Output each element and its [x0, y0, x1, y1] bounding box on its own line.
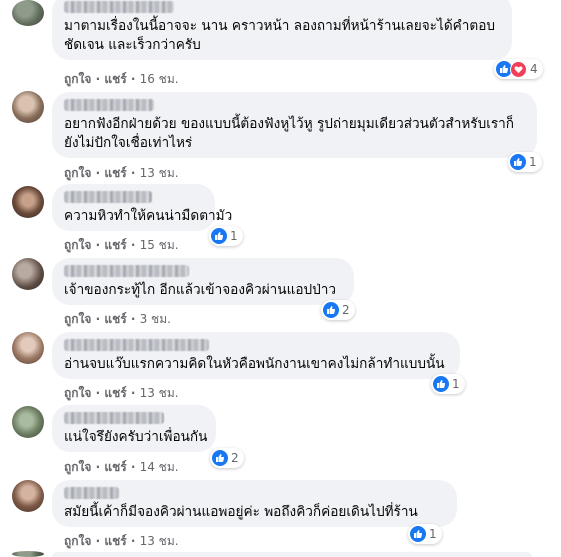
- reaction-count: 1: [452, 377, 460, 391]
- comment-bubble: มาตามเรื่องในนี้อาจจะ นาน คราวหน้า ลองถา…: [52, 0, 512, 60]
- avatar[interactable]: [12, 186, 44, 218]
- comment-actions: ถูกใจ · แชร์ · 14 ชม.: [64, 460, 179, 474]
- share-link[interactable]: แชร์: [104, 312, 126, 326]
- comment-bubble: สมัยนี้เค้าก็มีจองคิวผ่านแอพอยู่ค่ะ พอถึ…: [52, 480, 457, 527]
- timestamp[interactable]: 13 ชม.: [140, 534, 179, 548]
- timestamp[interactable]: 13 ชม.: [140, 386, 179, 400]
- love-reaction-icon: [510, 60, 527, 78]
- like-link[interactable]: ถูกใจ: [64, 166, 91, 180]
- comment-bubble: อ่านจบแว๊บแรกความคิดในหัวคือพนักงานเขาคง…: [52, 332, 460, 379]
- comment-text-line: ยังไม่ปักใจเชื่อเท่าไหร่: [64, 135, 193, 151]
- comment-text-line: สมัยนี้เค้าก็มีจองคิวผ่านแอพอยู่ค่ะ พอถึ…: [64, 504, 418, 520]
- avatar[interactable]: [12, 91, 44, 123]
- reaction-summary[interactable]: 2: [210, 448, 244, 468]
- reaction-summary[interactable]: 1: [431, 374, 465, 394]
- like-reaction-icon: [323, 302, 339, 318]
- like-reaction-icon: [212, 450, 228, 466]
- comment-actions: ถูกใจ · แชร์ · 3 ชม.: [64, 312, 171, 326]
- share-link[interactable]: แชร์: [104, 386, 126, 400]
- avatar[interactable]: [12, 551, 44, 557]
- timestamp[interactable]: 15 ชม.: [140, 238, 179, 252]
- like-link[interactable]: ถูกใจ: [64, 238, 91, 252]
- commenter-name[interactable]: [64, 99, 154, 111]
- comment-text-line: ชัดเจน และเร็วกว่าครับ: [64, 37, 201, 53]
- like-link[interactable]: ถูกใจ: [64, 72, 91, 86]
- commenter-name[interactable]: [64, 265, 189, 277]
- comment-actions: ถูกใจ · แชร์ · 15 ชม.: [64, 238, 179, 252]
- reaction-count: 2: [231, 451, 239, 465]
- comment-bubble: ความหิวทำให้คนน่ามืดตามัว: [52, 184, 233, 231]
- timestamp[interactable]: 13 ชม.: [140, 166, 179, 180]
- avatar[interactable]: [12, 406, 44, 438]
- comment-actions: ถูกใจ · แชร์ · 16 ชม.: [64, 72, 179, 86]
- like-link[interactable]: ถูกใจ: [64, 534, 91, 548]
- like-link[interactable]: ถูกใจ: [64, 312, 91, 326]
- share-link[interactable]: แชร์: [104, 460, 126, 474]
- reaction-count: 4: [530, 62, 538, 76]
- reaction-summary[interactable]: 1: [408, 524, 442, 544]
- like-link[interactable]: ถูกใจ: [64, 386, 91, 400]
- comment-text-line: อยากฟังอีกฝ่ายด้วย ของแบบนี้ต้องฟังหูไว้…: [64, 116, 515, 132]
- avatar[interactable]: [12, 258, 44, 290]
- comment-text-line: ความหิวทำให้คนน่ามืดตามัว: [64, 208, 233, 224]
- like-reaction-icon: [433, 376, 449, 392]
- like-reaction-icon: [410, 526, 426, 542]
- comment-actions: ถูกใจ · แชร์ · 13 ชม.: [64, 166, 179, 180]
- comment-text-line: มาตามเรื่องในนี้อาจจะ นาน คราวหน้า ลองถา…: [64, 18, 495, 34]
- like-reaction-icon: [510, 154, 526, 170]
- comment-bubble: แน่ใจรึยังครับว่าเพื่อนกัน: [52, 405, 216, 452]
- like-reaction-icon: [211, 228, 227, 244]
- share-link[interactable]: แชร์: [104, 238, 126, 252]
- comment-text-line: แน่ใจรึยังครับว่าเพื่อนกัน: [64, 429, 208, 445]
- timestamp[interactable]: 3 ชม.: [140, 312, 171, 326]
- reaction-count: 1: [230, 229, 238, 243]
- reaction-count: 1: [429, 527, 437, 541]
- share-link[interactable]: แชร์: [104, 166, 126, 180]
- reaction-count: 2: [342, 303, 350, 317]
- avatar[interactable]: [12, 332, 44, 364]
- comment-text-line: อ่านจบแว๊บแรกความคิดในหัวคือพนักงานเขาคง…: [64, 356, 445, 372]
- comment-actions: ถูกใจ · แชร์ · 13 ชม.: [64, 534, 179, 548]
- reaction-count: 1: [529, 155, 537, 169]
- commenter-name[interactable]: [64, 487, 119, 499]
- comment-text-line: เจ้าของกระทู้ไก อีกแล้วเข้าจองคิวผ่านแอป…: [64, 282, 337, 298]
- share-link[interactable]: แชร์: [104, 72, 126, 86]
- reaction-summary[interactable]: 4: [494, 59, 543, 79]
- share-link[interactable]: แชร์: [104, 534, 126, 548]
- comment-actions: ถูกใจ · แชร์ · 13 ชม.: [64, 386, 179, 400]
- reaction-summary[interactable]: 1: [508, 152, 542, 172]
- like-link[interactable]: ถูกใจ: [64, 460, 91, 474]
- commenter-name[interactable]: [64, 412, 164, 424]
- comment-bubble: อยากฟังอีกฝ่ายด้วย ของแบบนี้ต้องฟังหูไว้…: [52, 92, 537, 158]
- reaction-summary[interactable]: 1: [209, 226, 243, 246]
- commenter-name[interactable]: [64, 191, 152, 203]
- timestamp[interactable]: 16 ชม.: [140, 72, 179, 86]
- commenter-name[interactable]: [64, 1, 174, 13]
- comment-bubble: เจ้าของกระทู้ไก อีกแล้วเข้าจองคิวผ่านแอป…: [52, 258, 354, 305]
- reaction-summary[interactable]: 2: [321, 300, 355, 320]
- comment-bubble: [52, 552, 532, 557]
- avatar[interactable]: [12, 480, 44, 512]
- timestamp[interactable]: 14 ชม.: [140, 460, 179, 474]
- commenter-name[interactable]: [64, 339, 209, 351]
- avatar[interactable]: [12, 0, 44, 26]
